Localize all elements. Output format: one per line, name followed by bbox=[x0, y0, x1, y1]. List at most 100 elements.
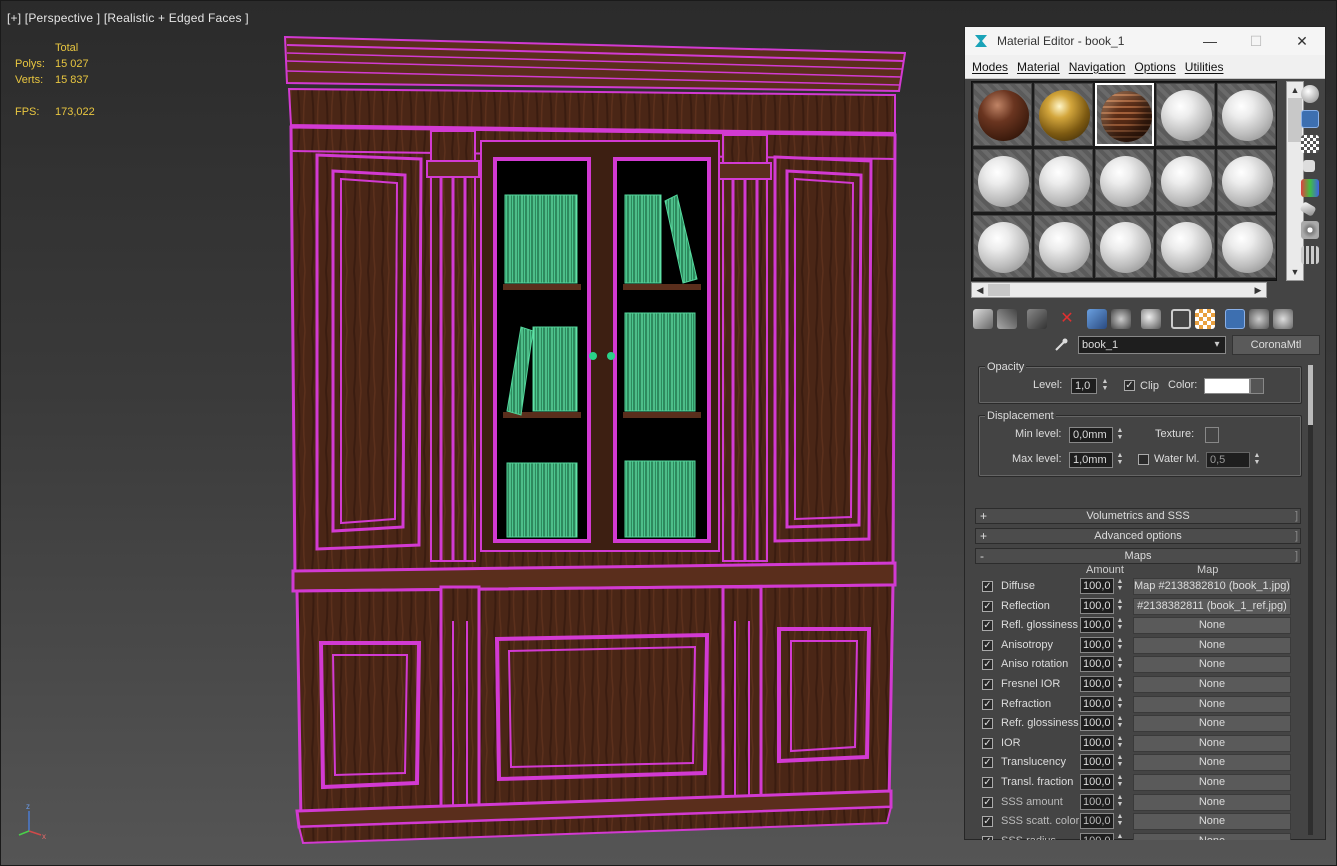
material-slot[interactable] bbox=[1034, 215, 1093, 278]
glass-doors[interactable] bbox=[480, 140, 720, 552]
map-amount-field[interactable]: 100,0 bbox=[1080, 813, 1114, 830]
map-amount-spinner[interactable]: ▲▼ bbox=[1115, 833, 1125, 840]
map-slot-button[interactable]: None bbox=[1133, 676, 1291, 693]
map-slot-button[interactable]: None bbox=[1133, 813, 1291, 831]
rollout-scroll-thumb[interactable] bbox=[1308, 365, 1313, 425]
menu-modes[interactable]: Modes bbox=[972, 60, 1008, 74]
material-slot[interactable] bbox=[1034, 83, 1093, 146]
material-slot[interactable] bbox=[1156, 149, 1215, 212]
map-amount-field[interactable]: 100,0 bbox=[1080, 617, 1114, 634]
go-forward-sibling-icon[interactable] bbox=[1273, 309, 1293, 329]
put-to-scene-icon[interactable] bbox=[997, 309, 1017, 329]
eyedropper-icon[interactable] bbox=[1053, 337, 1069, 353]
material-slot[interactable] bbox=[973, 83, 1032, 146]
uv-tiling-icon[interactable] bbox=[1303, 160, 1315, 172]
menu-options[interactable]: Options bbox=[1134, 60, 1175, 74]
assign-to-selection-icon[interactable] bbox=[1027, 309, 1047, 329]
map-slot-button[interactable]: Map #2138382810 (book_1.jpg) bbox=[1133, 578, 1291, 595]
opacity-level-field[interactable]: 1,0 bbox=[1071, 378, 1097, 394]
material-slot[interactable] bbox=[973, 149, 1032, 212]
map-enable-checkbox[interactable]: ✓ bbox=[982, 757, 993, 769]
map-slot-button[interactable]: None bbox=[1133, 617, 1291, 635]
map-amount-spinner[interactable]: ▲▼ bbox=[1115, 754, 1125, 770]
material-name-input[interactable]: book_1 bbox=[1078, 336, 1226, 354]
water-level-checkbox[interactable] bbox=[1138, 454, 1149, 465]
put-to-library-icon[interactable] bbox=[1141, 309, 1161, 329]
horizontal-scroll-thumb[interactable] bbox=[988, 284, 1010, 296]
opacity-color-swatch[interactable] bbox=[1204, 378, 1250, 394]
material-slot[interactable] bbox=[1217, 83, 1276, 146]
map-enable-checkbox[interactable]: ✓ bbox=[982, 777, 993, 788]
parameters-rollout[interactable]: Opacity Level: 1,0 ▲ ▼ ✓ Clip Color: Disp… bbox=[975, 360, 1309, 840]
opacity-level-spinner[interactable]: ▲ ▼ bbox=[1100, 378, 1110, 394]
map-slot-button[interactable]: None bbox=[1133, 695, 1291, 713]
options-icon[interactable] bbox=[1301, 221, 1319, 239]
show-map-in-viewport-icon[interactable] bbox=[1195, 309, 1215, 329]
max-level-field[interactable]: 1,0mm bbox=[1069, 452, 1113, 468]
map-enable-checkbox[interactable]: ✓ bbox=[982, 659, 993, 671]
copy-material-icon[interactable] bbox=[1087, 309, 1107, 329]
map-enable-checkbox[interactable]: ✓ bbox=[982, 639, 993, 651]
reset-map-icon[interactable]: ✕ bbox=[1057, 309, 1077, 329]
map-enable-checkbox[interactable]: ✓ bbox=[982, 679, 993, 690]
water-level-field[interactable]: 0,5 bbox=[1206, 452, 1250, 468]
make-preview-icon[interactable] bbox=[1299, 201, 1317, 217]
map-enable-checkbox[interactable]: ✓ bbox=[982, 620, 993, 632]
chevron-down-icon[interactable]: ▾ bbox=[1210, 337, 1224, 353]
map-amount-spinner[interactable]: ▲▼ bbox=[1115, 676, 1125, 692]
material-editor-window[interactable]: Material Editor - book_1 — ☐ ✕ Modes Mat… bbox=[964, 26, 1326, 840]
close-button[interactable]: ✕ bbox=[1279, 27, 1325, 55]
volumetrics-rollout-bar[interactable]: + Volumetrics and SSS ] bbox=[975, 508, 1301, 524]
map-amount-spinner[interactable]: ▲▼ bbox=[1115, 637, 1125, 653]
map-amount-spinner[interactable]: ▲▼ bbox=[1115, 656, 1125, 672]
map-enable-checkbox[interactable]: ✓ bbox=[982, 698, 993, 710]
map-slot-button[interactable]: #2138382811 (book_1_ref.jpg) bbox=[1133, 597, 1291, 615]
map-amount-field[interactable]: 100,0 bbox=[1080, 715, 1114, 732]
advanced-rollout-bar[interactable]: + Advanced options ] bbox=[975, 528, 1301, 544]
map-amount-field[interactable]: 100,0 bbox=[1080, 695, 1114, 712]
map-amount-field[interactable]: 100,0 bbox=[1080, 656, 1114, 673]
material-slot[interactable] bbox=[1095, 83, 1154, 146]
map-amount-spinner[interactable]: ▲▼ bbox=[1115, 617, 1125, 633]
map-enable-checkbox[interactable]: ✓ bbox=[982, 835, 993, 840]
map-amount-spinner[interactable]: ▲▼ bbox=[1115, 578, 1125, 594]
material-slot[interactable] bbox=[1217, 215, 1276, 278]
bookcase-model[interactable] bbox=[281, 31, 906, 851]
map-amount-field[interactable]: 100,0 bbox=[1080, 774, 1114, 790]
get-material-icon[interactable] bbox=[973, 309, 993, 329]
menu-utilities[interactable]: Utilities bbox=[1185, 60, 1224, 74]
texture-map-button[interactable] bbox=[1205, 427, 1219, 443]
map-amount-field[interactable]: 100,0 bbox=[1080, 676, 1114, 692]
map-amount-field[interactable]: 100,0 bbox=[1080, 636, 1114, 653]
max-level-spinner[interactable]: ▲ ▼ bbox=[1115, 452, 1125, 468]
material-slot[interactable] bbox=[1156, 83, 1215, 146]
viewport-label[interactable]: [+] [Perspective ] [Realistic + Edged Fa… bbox=[7, 11, 249, 25]
map-enable-checkbox[interactable]: ✓ bbox=[982, 796, 993, 808]
map-amount-spinner[interactable]: ▲▼ bbox=[1115, 598, 1125, 614]
map-amount-field[interactable]: 100,0 bbox=[1080, 578, 1114, 594]
map-slot-button[interactable]: None bbox=[1133, 715, 1291, 733]
map-enable-checkbox[interactable]: ✓ bbox=[982, 600, 993, 612]
background-icon[interactable] bbox=[1301, 135, 1319, 153]
map-enable-checkbox[interactable]: ✓ bbox=[982, 816, 993, 828]
maps-rollout-bar[interactable]: - Maps ] bbox=[975, 548, 1301, 564]
map-amount-field[interactable]: 100,0 bbox=[1080, 832, 1114, 840]
go-to-parent-icon[interactable] bbox=[1249, 309, 1269, 329]
map-slot-button[interactable]: None bbox=[1133, 656, 1291, 674]
menu-material[interactable]: Material bbox=[1017, 60, 1060, 74]
material-id-channel-icon[interactable] bbox=[1171, 309, 1191, 329]
water-level-spinner[interactable]: ▲ ▼ bbox=[1252, 452, 1262, 468]
map-enable-checkbox[interactable]: ✓ bbox=[982, 737, 993, 749]
map-enable-checkbox[interactable]: ✓ bbox=[982, 581, 993, 592]
map-amount-spinner[interactable]: ▲▼ bbox=[1115, 715, 1125, 731]
show-end-result-icon[interactable] bbox=[1225, 309, 1245, 329]
backlight-icon[interactable] bbox=[1301, 110, 1319, 128]
map-amount-field[interactable]: 100,0 bbox=[1080, 597, 1114, 614]
map-amount-spinner[interactable]: ▲▼ bbox=[1115, 735, 1125, 751]
map-amount-spinner[interactable]: ▲▼ bbox=[1115, 813, 1125, 829]
sample-type-icon[interactable] bbox=[1301, 85, 1319, 103]
lower-cabinet[interactable] bbox=[295, 583, 895, 845]
map-amount-field[interactable]: 100,0 bbox=[1080, 754, 1114, 771]
material-slot[interactable] bbox=[1095, 215, 1154, 278]
scroll-left-icon[interactable]: ◀ bbox=[972, 283, 988, 297]
